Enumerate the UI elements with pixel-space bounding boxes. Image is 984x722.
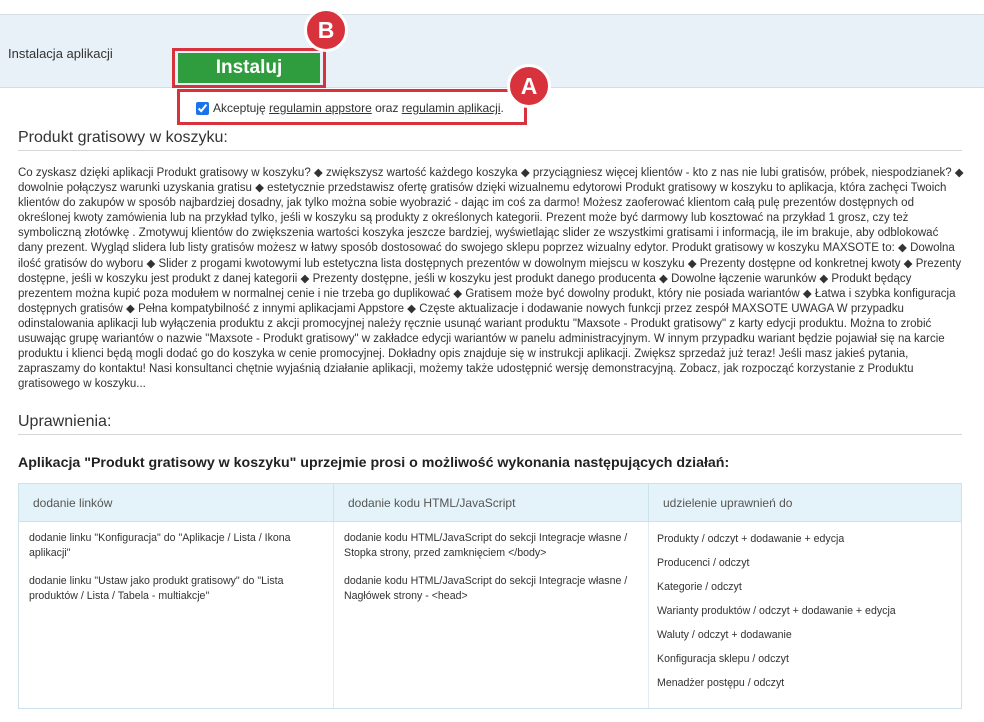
install-label: Instalacja aplikacji: [8, 46, 113, 61]
install-button-highlight: Instaluj: [172, 48, 326, 88]
accept-terms-row[interactable]: Akceptuję regulamin appstore oraz regula…: [196, 101, 504, 115]
app-terms-link[interactable]: regulamin aplikacji: [402, 101, 501, 115]
install-bar: Instalacja aplikacji Instaluj: [0, 14, 984, 88]
install-button[interactable]: Instaluj: [178, 53, 320, 83]
annotation-badge-b: B: [304, 8, 348, 52]
divider: [18, 434, 962, 435]
list-item: dodanie linku "Ustaw jako produkt gratis…: [29, 575, 284, 602]
column-header-html: dodanie kodu HTML/JavaScript: [334, 484, 649, 522]
column-html: dodanie kodu HTML/JavaScript do sekcji I…: [334, 522, 649, 708]
list-item: dodanie kodu HTML/JavaScript do sekcji I…: [344, 532, 628, 559]
product-description: Co zyskasz dzięki aplikacji Produkt grat…: [18, 167, 964, 391]
permissions-heading: Aplikacja "Produkt gratisowy w koszyku" …: [18, 455, 730, 471]
accept-terms-checkbox[interactable]: [196, 101, 209, 115]
annotation-badge-a: A: [507, 64, 551, 108]
column-permissions: Produkty / odczyt + dodawanie + edycja P…: [649, 522, 961, 708]
list-item: dodanie kodu HTML/JavaScript do sekcji I…: [344, 575, 628, 602]
permissions-table: dodanie linków dodanie kodu HTML/JavaScr…: [18, 483, 962, 709]
accept-text-before: Akceptuję: [213, 101, 266, 115]
permissions-table-header: dodanie linków dodanie kodu HTML/JavaScr…: [19, 484, 961, 522]
list-item: Produkty / odczyt + dodawanie + edycja: [657, 533, 845, 545]
divider: [18, 150, 962, 151]
accept-terms-highlight: Akceptuję regulamin appstore oraz regula…: [177, 89, 527, 125]
list-item: dodanie linku "Konfiguracja" do "Aplikac…: [29, 532, 291, 559]
product-section-title: Produkt gratisowy w koszyku:: [18, 129, 228, 146]
accept-text-mid: oraz: [371, 101, 402, 115]
permissions-section-title: Uprawnienia:: [18, 413, 112, 430]
list-item: Konfiguracja sklepu / odczyt: [657, 653, 789, 665]
accept-text-after: .: [500, 101, 504, 115]
list-item: Menadżer postępu / odczyt: [657, 677, 785, 689]
list-item: Waluty / odczyt + dodawanie: [657, 629, 792, 641]
column-links: dodanie linku "Konfiguracja" do "Aplikac…: [19, 522, 334, 708]
list-item: Warianty produktów / odczyt + dodawanie …: [657, 605, 896, 617]
list-item: Kategorie / odczyt: [657, 581, 742, 593]
column-header-links: dodanie linków: [19, 484, 334, 522]
appstore-terms-link[interactable]: regulamin appstore: [269, 101, 372, 115]
list-item: Producenci / odczyt: [657, 557, 750, 569]
column-header-permissions: udzielenie uprawnień do: [663, 496, 793, 510]
